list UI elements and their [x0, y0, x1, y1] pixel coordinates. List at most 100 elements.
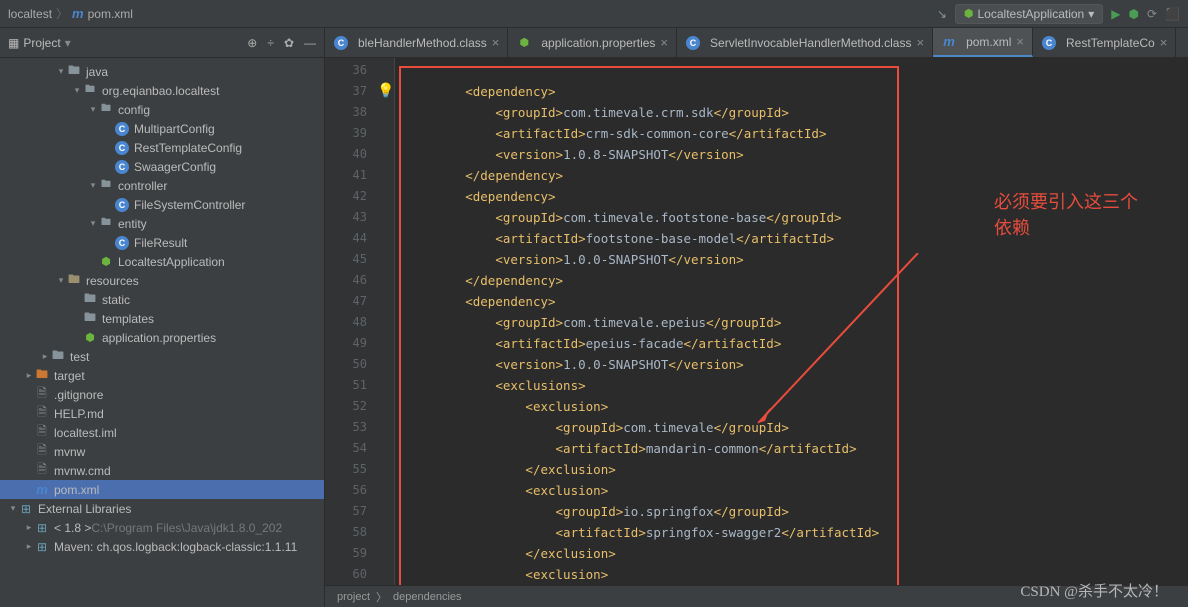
editor-tab[interactable]: CServletInvocableHandlerMethod.class× — [677, 28, 933, 57]
tree-arrow-icon[interactable]: ▾ — [72, 85, 82, 96]
editor-tab[interactable]: CRestTemplateCo× — [1033, 28, 1176, 57]
breadcrumb-file[interactable]: pom.xml — [88, 7, 133, 21]
tree-arrow-icon[interactable]: ▸ — [24, 370, 34, 381]
tree-arrow-icon[interactable]: ▾ — [56, 275, 66, 286]
run-config-selector[interactable]: ⬢ LocaltestApplication ▾ — [955, 4, 1103, 24]
tree-item[interactable]: 🖿templates — [0, 309, 324, 328]
code-line: <artifactId>springfox-swagger2</artifact… — [405, 522, 1188, 543]
tree-item[interactable]: ▾🖿org.eqianbao.localtest — [0, 81, 324, 100]
line-number: 48 — [325, 312, 367, 333]
tree-item[interactable]: ▾🖿java — [0, 62, 324, 81]
tree-item[interactable]: CRestTemplateConfig — [0, 138, 324, 157]
maven-icon: m — [72, 6, 84, 21]
tab-label: ServletInvocableHandlerMethod.class — [710, 36, 911, 50]
code-line: <version>1.0.0-SNAPSHOT</version> — [405, 249, 1188, 270]
tree-item[interactable]: CMultipartConfig — [0, 119, 324, 138]
close-icon[interactable]: × — [1016, 34, 1024, 49]
line-number: 46 — [325, 270, 367, 291]
tree-item[interactable]: ▾🖿controller — [0, 176, 324, 195]
code-line: <dependency> — [405, 291, 1188, 312]
chevron-down-icon[interactable]: ▾ — [65, 36, 71, 50]
tree-item[interactable]: 🗎HELP.md — [0, 404, 324, 423]
code-line: <exclusion> — [405, 396, 1188, 417]
tree-item[interactable]: ▾⊞External Libraries — [0, 499, 324, 518]
tree-item[interactable]: 🗎.gitignore — [0, 385, 324, 404]
tree-item[interactable]: CSwaagerConfig — [0, 157, 324, 176]
tree-item[interactable]: ▸⊞Maven: ch.qos.logback:logback-classic:… — [0, 537, 324, 556]
code-content[interactable]: <dependency> <groupId>com.timevale.crm.s… — [395, 58, 1188, 585]
tree-item[interactable]: ▸🖿test — [0, 347, 324, 366]
tree-arrow-icon[interactable]: ▾ — [88, 104, 98, 115]
project-tree[interactable]: ▾🖿java▾🖿org.eqianbao.localtest▾🖿configCM… — [0, 58, 324, 607]
editor-tab[interactable]: mpom.xml× — [933, 28, 1033, 57]
tree-label: MultipartConfig — [134, 122, 215, 136]
coverage-icon[interactable]: ⟳ — [1147, 7, 1157, 21]
toolbar-actions: ↘ ⬢ LocaltestApplication ▾ ▶ ⬢ ⟳ ⬛ — [937, 4, 1180, 24]
line-number: 58 — [325, 522, 367, 543]
breadcrumb-root[interactable]: localtest — [8, 7, 52, 21]
line-number: 51 — [325, 375, 367, 396]
editor-tab[interactable]: CbleHandlerMethod.class× — [325, 28, 508, 57]
line-number: 54 — [325, 438, 367, 459]
tree-item[interactable]: ⬢application.properties — [0, 328, 324, 347]
tab-label: application.properties — [541, 36, 655, 50]
gear-icon[interactable]: ✿ — [284, 36, 294, 50]
tree-arrow-icon[interactable]: ▾ — [8, 503, 18, 514]
tree-label: org.eqianbao.localtest — [102, 84, 219, 98]
tree-arrow-icon[interactable]: ▾ — [88, 180, 98, 191]
close-icon[interactable]: × — [660, 35, 668, 50]
tree-item[interactable]: CFileSystemController — [0, 195, 324, 214]
tree-arrow-icon[interactable]: ▸ — [24, 541, 34, 552]
select-opened-icon[interactable]: ⊕ — [247, 36, 257, 50]
editor-area: CbleHandlerMethod.class×⬢application.pro… — [325, 28, 1188, 607]
tab-label: bleHandlerMethod.class — [358, 36, 487, 50]
line-number: 38 — [325, 102, 367, 123]
line-number: 60 — [325, 564, 367, 585]
tree-label: application.properties — [102, 331, 216, 345]
collapse-icon[interactable]: ÷ — [267, 36, 274, 50]
tree-arrow-icon[interactable]: ▾ — [88, 218, 98, 229]
breadcrumb-dependencies[interactable]: dependencies — [393, 591, 462, 603]
tree-label: mvnw.cmd — [54, 464, 111, 478]
code-line: <exclusion> — [405, 480, 1188, 501]
intention-bulb-icon[interactable]: 💡 — [377, 82, 394, 99]
code-line: <version>1.0.0-SNAPSHOT</version> — [405, 354, 1188, 375]
separator-icon: 〉 — [56, 5, 68, 22]
line-number: 53 — [325, 417, 367, 438]
tree-label: templates — [102, 312, 154, 326]
tree-item[interactable]: 🖿static — [0, 290, 324, 309]
build-icon[interactable]: ↘ — [937, 7, 947, 21]
run-icon[interactable]: ▶ — [1111, 7, 1120, 21]
tree-arrow-icon[interactable]: ▸ — [24, 522, 34, 533]
tree-item[interactable]: ▸⊞< 1.8 > C:\Program Files\Java\jdk1.8.0… — [0, 518, 324, 537]
breadcrumb-project[interactable]: project — [337, 591, 370, 603]
tree-item[interactable]: ▸🖿target — [0, 366, 324, 385]
tree-item[interactable]: 🗎mvnw — [0, 442, 324, 461]
editor-tabs: CbleHandlerMethod.class×⬢application.pro… — [325, 28, 1188, 58]
tree-item[interactable]: ▾🖿resources — [0, 271, 324, 290]
stop-icon[interactable]: ⬛ — [1165, 7, 1180, 21]
tree-item[interactable]: ▾🖿entity — [0, 214, 324, 233]
tree-arrow-icon[interactable]: ▸ — [40, 351, 50, 362]
tree-item[interactable]: 🗎mvnw.cmd — [0, 461, 324, 480]
tree-item[interactable]: ⬢LocaltestApplication — [0, 252, 324, 271]
line-number: 43 — [325, 207, 367, 228]
hide-icon[interactable]: — — [304, 36, 316, 50]
line-number: 59 — [325, 543, 367, 564]
tree-item[interactable]: CFileResult — [0, 233, 324, 252]
debug-icon[interactable]: ⬢ — [1129, 7, 1139, 21]
close-icon[interactable]: × — [916, 35, 924, 50]
tree-label: External Libraries — [38, 502, 131, 516]
tree-label: controller — [118, 179, 167, 193]
editor-tab[interactable]: ⬢application.properties× — [508, 28, 677, 57]
line-gutter: 3637383940414243444546474849505152535455… — [325, 58, 375, 585]
project-title[interactable]: Project — [23, 36, 60, 50]
line-number: 40 — [325, 144, 367, 165]
tree-item[interactable]: mpom.xml — [0, 480, 324, 499]
code-line: <artifactId>crm-sdk-common-core</artifac… — [405, 123, 1188, 144]
tree-item[interactable]: ▾🖿config — [0, 100, 324, 119]
tree-arrow-icon[interactable]: ▾ — [56, 66, 66, 77]
tree-item[interactable]: 🗎localtest.iml — [0, 423, 324, 442]
close-icon[interactable]: × — [1160, 35, 1168, 50]
close-icon[interactable]: × — [492, 35, 500, 50]
